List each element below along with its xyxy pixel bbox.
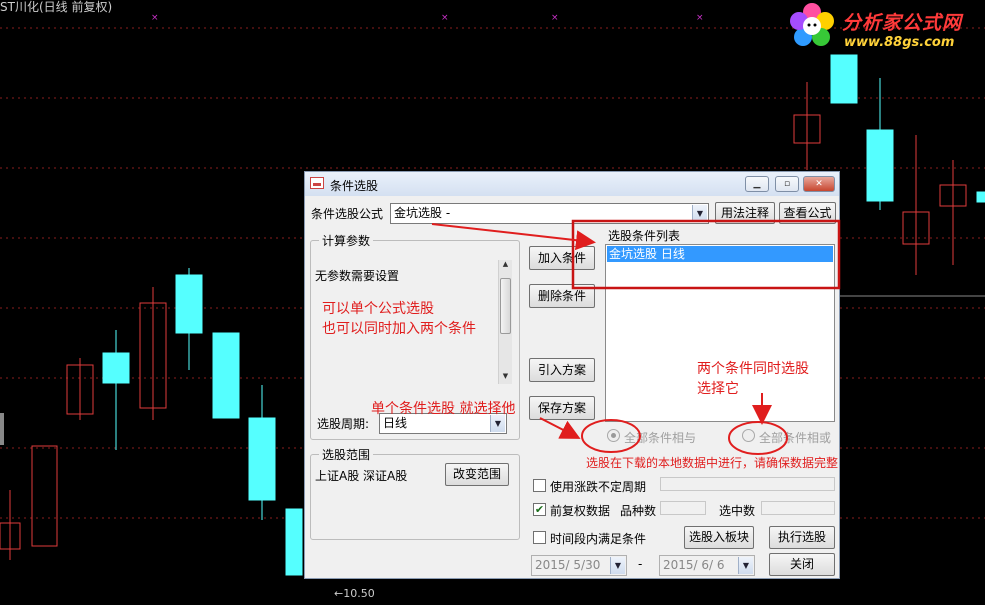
date-separator: - (638, 557, 643, 571)
change-scope-button[interactable]: 改变范围 (445, 463, 509, 486)
logo-name: 分析家公式网 (842, 12, 963, 34)
scroll-up-icon[interactable]: ▲ (499, 260, 512, 272)
scope-group-title: 选股范围 (319, 446, 374, 463)
note-two-conditions: 也可以同时加入两个条件 (322, 321, 476, 337)
formula-select[interactable]: 金坑选股 - ▼ (390, 203, 709, 224)
add-to-block-button[interactable]: 选股入板块 (684, 526, 754, 549)
condition-list-item[interactable]: 金坑选股 日线 (607, 246, 833, 262)
all-or-label: 全部条件相或 (759, 431, 832, 445)
all-and-label: 全部条件相与 (624, 431, 697, 445)
close-window-button[interactable]: ✕ (803, 176, 835, 192)
add-condition-button[interactable]: 加入条件 (529, 246, 595, 270)
scroll-thumb[interactable] (500, 278, 511, 334)
dialog-title: 条件选股 (330, 179, 379, 193)
date-from-picker[interactable]: 2015/ 5/30 ▼ (531, 555, 627, 576)
date-to-value: 2015/ 6/ 6 (663, 558, 725, 572)
note-choose-it: 选择它 (697, 381, 739, 397)
selected-count-field (761, 501, 835, 515)
forward-adjust-label: 前复权数据 (550, 504, 611, 518)
left-panel-tab[interactable] (0, 413, 4, 445)
params-text: 无参数需要设置 (315, 269, 400, 283)
logo-url: www.88gs.com (844, 35, 955, 50)
formula-label: 条件选股公式 (311, 207, 384, 221)
usage-button[interactable]: 用法注释 (715, 202, 775, 224)
svg-text:×: × (551, 13, 559, 23)
delete-condition-button[interactable]: 删除条件 (529, 284, 595, 308)
chevron-down-icon: ▼ (692, 205, 707, 222)
svg-text:×: × (441, 13, 449, 23)
svg-text:×: × (696, 13, 704, 23)
note-two-select: 两个条件同时选股 (697, 361, 809, 377)
note-single-select: 单个条件选股 就选择他 (371, 401, 516, 417)
chevron-down-icon: ▼ (738, 557, 753, 574)
stock-title: ST川化(日线 前复权) (0, 0, 113, 14)
time-range-checkbox[interactable] (533, 531, 546, 544)
all-or-radio[interactable] (742, 429, 755, 442)
note-download: 选股在下载的本地数据中进行，请确保数据完整 (586, 456, 839, 470)
selected-count-label: 选中数 (719, 504, 756, 518)
note-single-formula: 可以单个公式选股 (322, 301, 434, 317)
price-marker: ←10.50 (334, 587, 375, 600)
site-logo: 分析家公式网 www.88gs.com (788, 2, 983, 52)
dialog-titlebar[interactable]: 条件选股 ▁ ▫ ✕ (305, 172, 839, 196)
date-from-value: 2015/ 5/30 (535, 558, 601, 572)
use-variable-period-label: 使用涨跌不定周期 (550, 480, 647, 494)
variable-period-field (660, 477, 835, 491)
close-button[interactable]: 关闭 (769, 553, 835, 576)
time-range-label: 时间段内满足条件 (550, 532, 647, 546)
use-variable-period-checkbox[interactable] (533, 479, 546, 492)
period-value: 日线 (383, 416, 408, 430)
params-scrollbar[interactable]: ▲ ▼ (498, 260, 512, 384)
maximize-button[interactable]: ▫ (775, 176, 799, 192)
execute-button[interactable]: 执行选股 (769, 526, 835, 549)
all-and-radio[interactable] (607, 429, 620, 442)
save-plan-button[interactable]: 保存方案 (529, 396, 595, 420)
flower-logo-icon (790, 3, 834, 46)
date-to-picker[interactable]: 2015/ 6/ 6 ▼ (659, 555, 755, 576)
minimize-button[interactable]: ▁ (745, 176, 769, 192)
scope-text: 上证A股 深证A股 (315, 469, 408, 483)
formula-value: 金坑选股 - (394, 206, 451, 220)
variety-count-field (660, 501, 706, 515)
params-group-title: 计算参数 (319, 232, 374, 249)
svg-text:×: × (151, 13, 159, 23)
import-plan-button[interactable]: 引入方案 (529, 358, 595, 382)
variety-count-label: 品种数 (620, 504, 657, 518)
period-label: 选股周期: (317, 417, 370, 431)
chevron-down-icon: ▼ (610, 557, 625, 574)
view-formula-button[interactable]: 查看公式 (779, 202, 836, 224)
condition-list-title: 选股条件列表 (608, 229, 681, 243)
app-icon (310, 177, 324, 189)
forward-adjust-checkbox[interactable]: ✔ (533, 503, 546, 516)
scroll-down-icon[interactable]: ▼ (499, 372, 512, 384)
